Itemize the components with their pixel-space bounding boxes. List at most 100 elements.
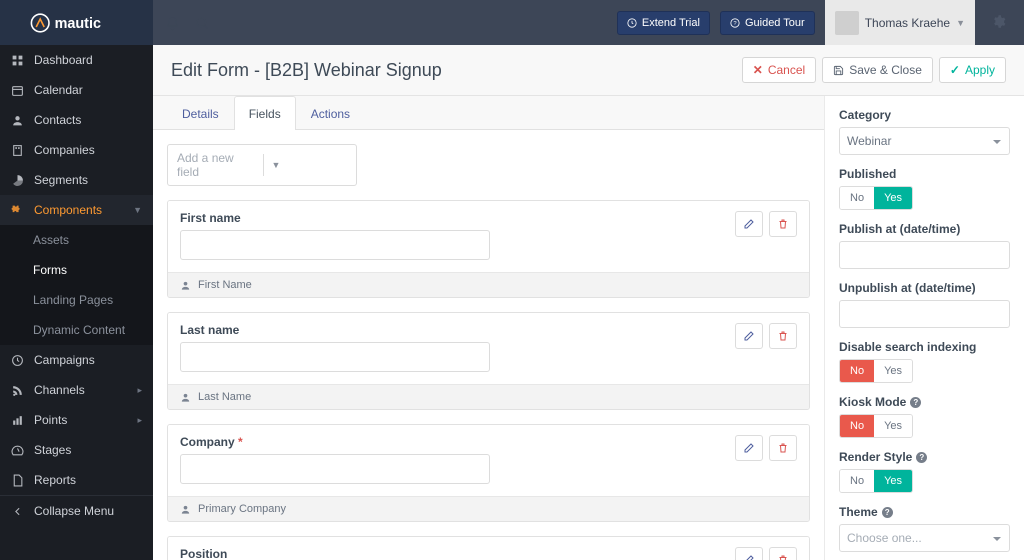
extend-trial-label: Extend Trial [642,17,700,29]
cancel-label: Cancel [768,63,805,77]
brand-logo[interactable]: mautic [0,0,153,45]
svg-text:mautic: mautic [54,15,100,31]
sidebar-item-label: Channels [34,383,85,397]
add-field-placeholder: Add a new field [168,145,263,185]
save-close-button[interactable]: Save & Close [822,57,933,83]
guided-tour-button[interactable]: ? Guided Tour [720,11,815,35]
publish-at-input[interactable] [839,241,1010,269]
edit-field-button[interactable] [735,547,763,560]
save-close-label: Save & Close [849,63,922,77]
kiosk-yes[interactable]: Yes [874,415,912,437]
render-yes[interactable]: Yes [874,470,912,492]
published-no[interactable]: No [840,187,874,209]
field-card: PositionPosition [167,536,810,560]
form-settings: Category Webinar Published No Yes Publis… [824,96,1024,560]
tab-fields[interactable]: Fields [234,96,296,130]
chevron-down-icon: ▼ [956,18,965,28]
fields-pane: Add a new field ▼ First nameFirst NameLa… [153,130,824,560]
apply-label: Apply [965,63,995,77]
search-icon[interactable] [195,16,209,30]
sidebar-item-label: Stages [34,443,71,457]
apply-button[interactable]: ✓ Apply [939,57,1006,83]
sidebar-item-label: Campaigns [34,353,95,367]
chevron-right-icon: ▸ [137,385,142,396]
delete-field-button[interactable] [769,435,797,461]
render-toggle[interactable]: No Yes [839,469,913,493]
edit-field-button[interactable] [735,211,763,237]
sidebar-item-label: Companies [34,143,95,157]
edit-field-button[interactable] [735,323,763,349]
published-yes[interactable]: Yes [874,187,912,209]
sidebar-item-stages[interactable]: Stages [0,435,153,465]
cancel-button[interactable]: ✕ Cancel [742,57,816,83]
pencil-icon [743,330,755,342]
category-select[interactable]: Webinar [839,127,1010,155]
edit-field-button[interactable] [735,435,763,461]
disable-index-toggle[interactable]: No Yes [839,359,913,383]
sidebar-item-label: Reports [34,473,76,487]
header-actions: ✕ Cancel Save & Close ✓ Apply [742,57,1006,83]
sidebar-item-label: Dashboard [34,53,93,67]
sidebar-item-contacts[interactable]: Contacts [0,105,153,135]
settings-icon[interactable] [985,14,1012,32]
add-field-dropdown[interactable]: Add a new field ▼ [167,144,357,186]
field-preview-input [180,230,490,260]
field-label: Company * [180,435,735,449]
help-icon[interactable]: ? [916,452,927,463]
help-icon[interactable]: ? [910,397,921,408]
sidebar-item-calendar[interactable]: Calendar [0,75,153,105]
tab-actions[interactable]: Actions [296,96,365,130]
published-toggle[interactable]: No Yes [839,186,913,210]
sidebar-item-assets[interactable]: Assets [0,225,153,255]
sidebar-item-points[interactable]: Points▸ [0,405,153,435]
sidebar-item-label: Assets [33,233,69,247]
collapse-label: Collapse Menu [34,504,114,518]
save-icon [833,65,844,76]
field-preview-input [180,454,490,484]
user-menu[interactable]: Thomas Kraehe ▼ [825,0,975,45]
help-icon[interactable]: ? [882,507,893,518]
notifications-icon[interactable] [165,16,179,30]
content-left: DetailsFieldsActions Add a new field ▼ F… [153,96,824,560]
sidebar-item-channels[interactable]: Channels ▸ [0,375,153,405]
user-name: Thomas Kraehe [865,16,950,30]
delete-field-button[interactable] [769,323,797,349]
trash-icon [777,442,789,454]
sidebar-item-dashboard[interactable]: Dashboard [0,45,153,75]
disable-index-label: Disable search indexing [839,340,1010,354]
sidebar-item-companies[interactable]: Companies [0,135,153,165]
sidebar-item-dynamic-content[interactable]: Dynamic Content [0,315,153,345]
pencil-icon [743,554,755,560]
delete-field-button[interactable] [769,211,797,237]
sidebar-item-label: Contacts [34,113,81,127]
sidebar-item-reports[interactable]: Reports [0,465,153,495]
theme-label: Theme? [839,505,1010,519]
disable-index-yes[interactable]: Yes [874,360,912,382]
render-no[interactable]: No [840,470,874,492]
disable-index-no[interactable]: No [840,360,874,382]
sidebar-item-components[interactable]: Components▼ [0,195,153,225]
delete-field-button[interactable] [769,547,797,560]
sidebar-item-label: Segments [34,173,88,187]
field-mapping: First Name [168,272,809,297]
check-icon: ✓ [950,63,960,77]
sidebar-item-label: Landing Pages [33,293,113,307]
chevron-down-icon: ▼ [263,154,357,176]
collapse-menu[interactable]: Collapse Menu [0,495,153,526]
sidebar-item-forms[interactable]: Forms [0,255,153,285]
guided-tour-label: Guided Tour [745,17,805,29]
tab-details[interactable]: Details [167,96,234,130]
sidebar-item-segments[interactable]: Segments [0,165,153,195]
sidebar-item-label: Components [34,203,102,217]
unpublish-at-input[interactable] [839,300,1010,328]
theme-select[interactable]: Choose one... [839,524,1010,552]
pencil-icon [743,442,755,454]
kiosk-toggle[interactable]: No Yes [839,414,913,438]
topbar: mautic Extend Trial ? Guided Tour Thomas… [0,0,1024,45]
kiosk-no[interactable]: No [840,415,874,437]
sidebar-item-label: Dynamic Content [33,323,125,337]
extend-trial-button[interactable]: Extend Trial [617,11,710,35]
sidebar-item-landing-pages[interactable]: Landing Pages [0,285,153,315]
trash-icon [777,218,789,230]
sidebar-item-campaigns[interactable]: Campaigns [0,345,153,375]
